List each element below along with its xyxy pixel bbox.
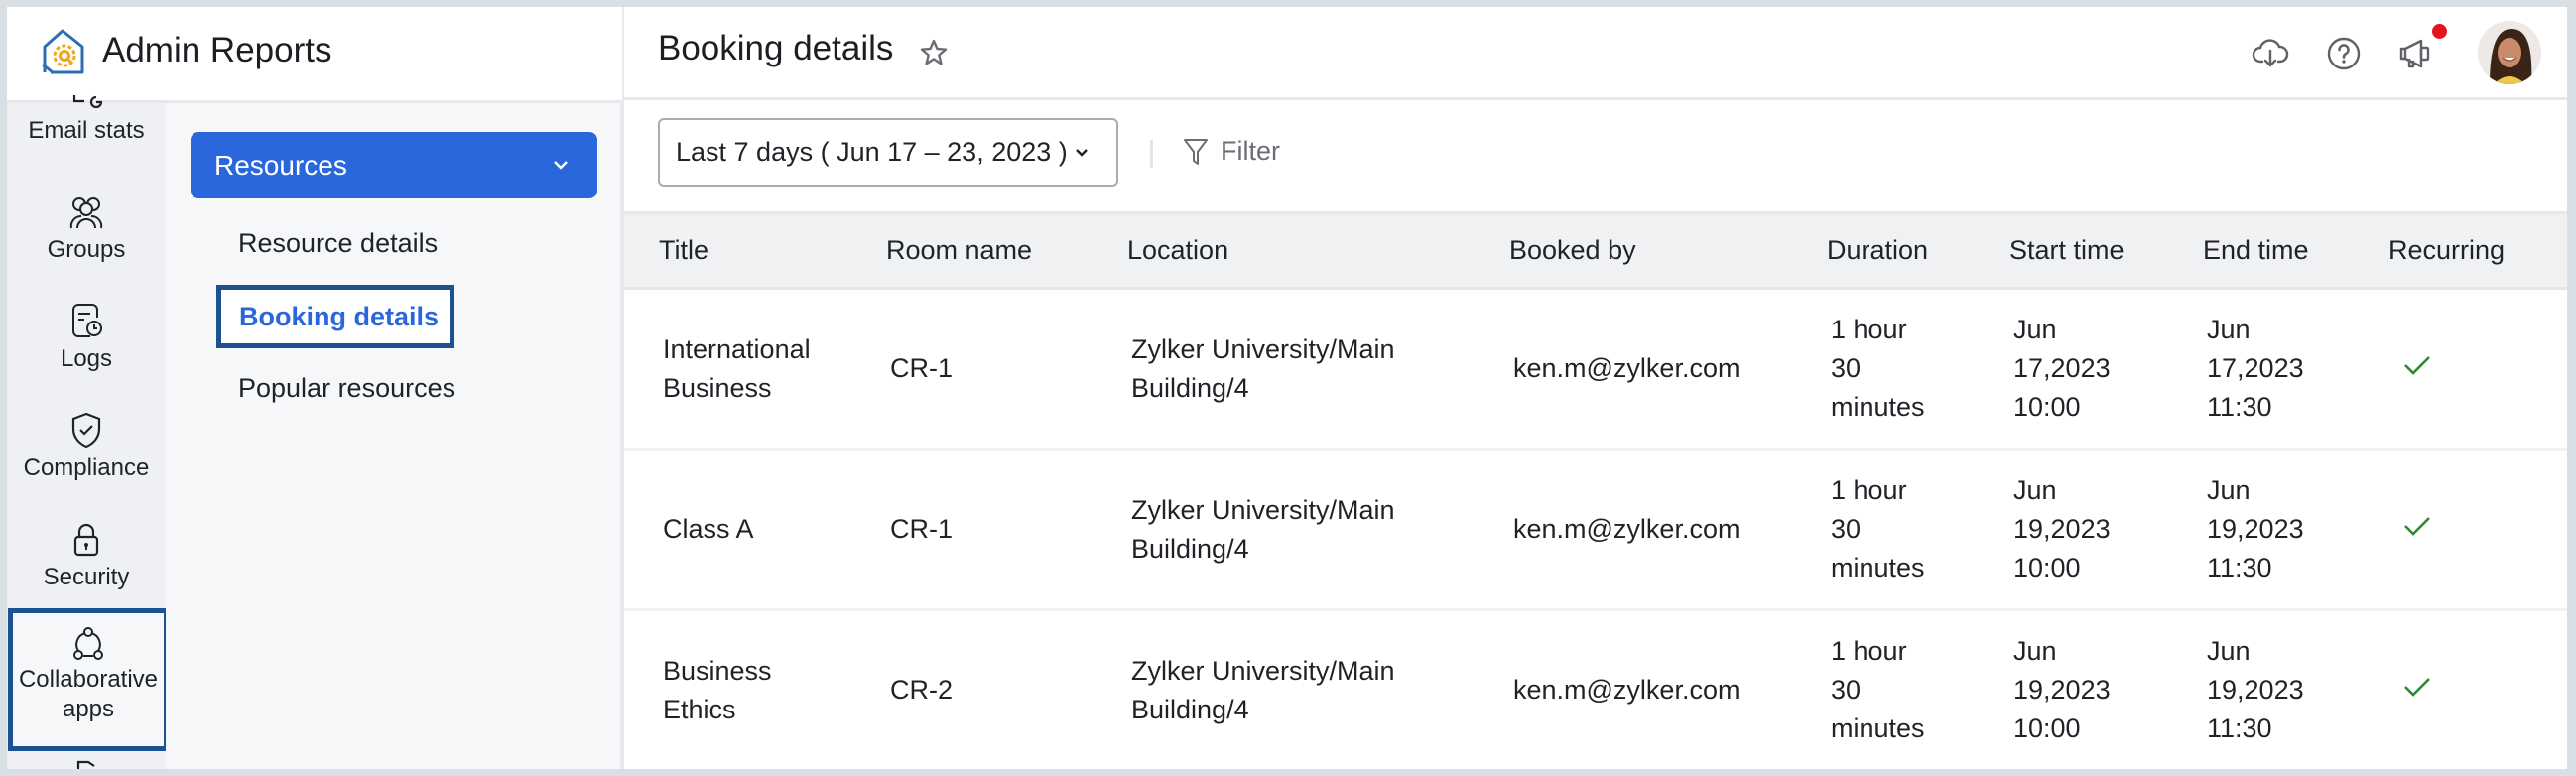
filter-label: Filter — [1221, 136, 1280, 166]
column-header-recurring[interactable]: Recurring — [2388, 213, 2567, 289]
table-header-row: Title Room name Location Booked by Durat… — [624, 212, 2567, 289]
subnav-item-popular-resources[interactable]: Popular resources — [238, 373, 455, 404]
checkmark-icon — [2404, 517, 2430, 536]
top-bar: Booking details — [622, 7, 2567, 100]
subnav-item-booking-details[interactable]: Booking details — [216, 285, 454, 348]
brand-header: Admin Reports — [7, 7, 622, 100]
collaborative-apps-icon — [73, 627, 103, 660]
column-header-duration[interactable]: Duration — [1827, 213, 2009, 289]
section-label: Resources — [214, 149, 347, 181]
rail-item-compliance[interactable]: Compliance — [7, 411, 166, 482]
cell-recurring — [2388, 450, 2567, 610]
cell-booked-by: ken.m@zylker.com — [1513, 353, 1740, 383]
cell-title: Business Ethics — [663, 655, 772, 724]
table-row[interactable]: Business Ethics CR-2 Zylker University/M… — [624, 610, 2567, 770]
rail-item-groups[interactable]: Groups — [7, 194, 166, 264]
subnav-item-resource-details[interactable]: Resource details — [238, 228, 438, 259]
rail-label: Collaborative apps — [18, 666, 159, 722]
help-icon[interactable] — [2325, 35, 2363, 72]
cell-start-time: Jun 17,2023 10:00 — [2013, 315, 2111, 422]
notification-dot — [2432, 24, 2447, 39]
cell-end-time: Jun 19,2023 11:30 — [2207, 475, 2304, 582]
cell-start-time: Jun 19,2023 10:00 — [2013, 636, 2111, 743]
rail-label: Security — [43, 564, 130, 590]
cell-title: Class A — [663, 514, 754, 544]
cell-location: Zylker University/Main Building/4 — [1131, 494, 1395, 564]
folder-icon — [76, 760, 95, 769]
rail-label: Logs — [60, 345, 113, 372]
rail-label: Email stats — [28, 117, 145, 144]
rail-item-logs[interactable]: Logs — [7, 302, 166, 373]
download-icon[interactable] — [2252, 35, 2289, 72]
logs-icon — [72, 304, 102, 337]
rail-item-email-stats[interactable]: Email stats — [7, 95, 166, 145]
app-window: Admin Reports Booking details Email stat… — [7, 7, 2567, 769]
cell-duration: 1 hour 30 minutes — [1831, 475, 1925, 582]
icon-rail: Email stats Groups Logs Compliance Secur… — [7, 95, 169, 769]
date-range-dropdown[interactable]: Last 7 days ( Jun 17 – 23, 2023 ) — [658, 118, 1118, 187]
cell-recurring — [2388, 289, 2567, 450]
announcements-icon[interactable] — [2396, 35, 2434, 72]
filter-icon — [1184, 138, 1208, 165]
shield-check-icon — [71, 412, 101, 449]
table-row[interactable]: Class A CR-1 Zylker University/Main Buil… — [624, 450, 2567, 610]
cell-end-time: Jun 17,2023 11:30 — [2207, 315, 2304, 422]
secondary-nav: Resources Resource details Booking detai… — [166, 100, 622, 769]
lock-icon — [73, 523, 99, 557]
user-avatar[interactable] — [2478, 21, 2541, 84]
table-row[interactable]: International Business CR-1 Zylker Unive… — [624, 289, 2567, 450]
rail-item-more[interactable] — [7, 758, 166, 769]
cell-duration: 1 hour 30 minutes — [1831, 636, 1925, 743]
cell-room: CR-1 — [890, 353, 954, 383]
cell-duration: 1 hour 30 minutes — [1831, 315, 1925, 422]
groups-icon — [69, 197, 103, 229]
column-header-end-time[interactable]: End time — [2203, 213, 2388, 289]
rail-item-security[interactable]: Security — [7, 520, 166, 591]
star-outline-icon[interactable] — [918, 37, 950, 68]
cell-location: Zylker University/Main Building/4 — [1131, 655, 1395, 724]
rail-item-collaborative-apps[interactable]: Collaborative apps — [8, 608, 169, 751]
toolbar-divider — [1150, 140, 1153, 168]
cell-room: CR-2 — [890, 675, 954, 705]
rail-label: Compliance — [23, 454, 150, 481]
cell-room: CR-1 — [890, 514, 954, 544]
cell-booked-by: ken.m@zylker.com — [1513, 675, 1740, 705]
checkmark-icon — [2404, 356, 2430, 375]
email-stats-icon — [72, 95, 103, 109]
column-header-booked-by[interactable]: Booked by — [1509, 213, 1827, 289]
bookings-table: Title Room name Location Booked by Durat… — [624, 211, 2567, 769]
main-content: Last 7 days ( Jun 17 – 23, 2023 ) Filter… — [622, 100, 2567, 769]
column-header-start-time[interactable]: Start time — [2009, 213, 2203, 289]
cell-start-time: Jun 19,2023 10:00 — [2013, 475, 2111, 582]
chevron-down-icon — [1075, 148, 1088, 157]
column-header-room-name[interactable]: Room name — [886, 213, 1127, 289]
rail-label: Groups — [47, 236, 126, 263]
cell-end-time: Jun 19,2023 11:30 — [2207, 636, 2304, 743]
column-header-title[interactable]: Title — [624, 213, 886, 289]
page-title: Booking details — [658, 29, 894, 67]
cell-booked-by: ken.m@zylker.com — [1513, 514, 1740, 544]
checkmark-icon — [2404, 678, 2430, 697]
date-range-value: Last 7 days ( Jun 17 – 23, 2023 ) — [676, 137, 1068, 167]
filter-button[interactable]: Filter — [1183, 136, 1280, 167]
app-title: Admin Reports — [102, 31, 332, 69]
chevron-down-icon — [554, 161, 568, 170]
cell-recurring — [2388, 610, 2567, 770]
admin-reports-logo-icon — [42, 29, 84, 74]
cell-location: Zylker University/Main Building/4 — [1131, 333, 1395, 403]
column-header-location[interactable]: Location — [1127, 213, 1509, 289]
resources-section-button[interactable]: Resources — [191, 132, 597, 198]
cell-title: International Business — [663, 333, 811, 403]
